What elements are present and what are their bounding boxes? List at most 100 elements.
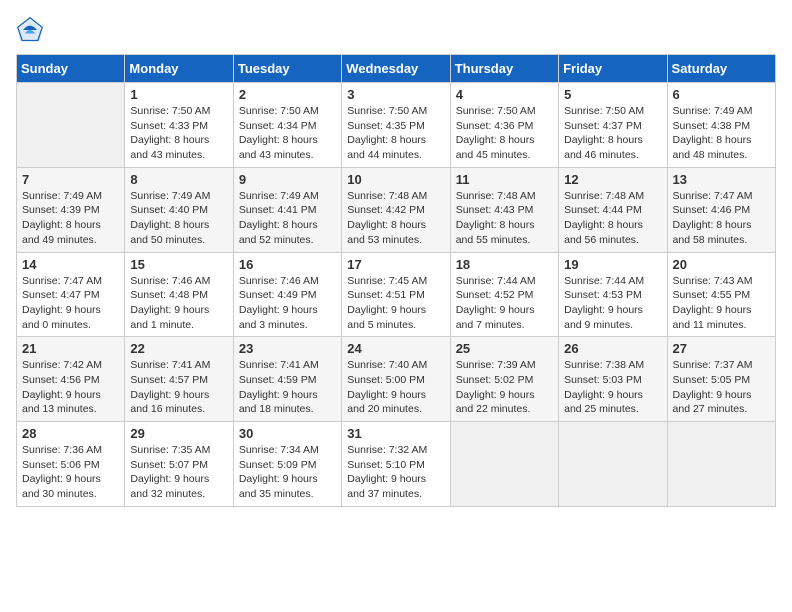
day-number: 2: [239, 87, 336, 102]
day-info: Sunrise: 7:50 AMSunset: 4:35 PMDaylight:…: [347, 104, 444, 163]
week-row-2: 7 Sunrise: 7:49 AMSunset: 4:39 PMDaylight…: [17, 167, 776, 252]
day-cell: 19 Sunrise: 7:44 AMSunset: 4:53 PMDayligh…: [559, 252, 667, 337]
day-number: 29: [130, 426, 227, 441]
day-cell: 27 Sunrise: 7:37 AMSunset: 5:05 PMDayligh…: [667, 337, 775, 422]
day-cell: 9Sunrise: 7:49 AMSunset: 4:41 PMDaylight…: [233, 167, 341, 252]
day-number: 25: [456, 341, 553, 356]
day-cell: 10 Sunrise: 7:48 AMSunset: 4:42 PMDayligh…: [342, 167, 450, 252]
day-number: 13: [673, 172, 770, 187]
day-cell: 1 Sunrise: 7:50 AMSunset: 4:33 PMDaylight…: [125, 83, 233, 168]
day-info: Sunrise: 7:50 AMSunset: 4:37 PMDaylight:…: [564, 104, 661, 163]
day-cell: [450, 422, 558, 507]
day-cell: 5 Sunrise: 7:50 AMSunset: 4:37 PMDaylight…: [559, 83, 667, 168]
day-cell: 12 Sunrise: 7:48 AMSunset: 4:44 PMDayligh…: [559, 167, 667, 252]
day-cell: 31 Sunrise: 7:32 AMSunset: 5:10 PMDayligh…: [342, 422, 450, 507]
column-header-wednesday: Wednesday: [342, 55, 450, 83]
day-info: Sunrise: 7:48 AMSunset: 4:42 PMDaylight:…: [347, 189, 444, 248]
day-number: 18: [456, 257, 553, 272]
day-cell: [667, 422, 775, 507]
logo-icon: [16, 16, 44, 44]
day-cell: 29 Sunrise: 7:35 AMSunset: 5:07 PMDayligh…: [125, 422, 233, 507]
day-number: 10: [347, 172, 444, 187]
column-header-friday: Friday: [559, 55, 667, 83]
day-cell: 2 Sunrise: 7:50 AMSunset: 4:34 PMDaylight…: [233, 83, 341, 168]
day-cell: 20 Sunrise: 7:43 AMSunset: 4:55 PMDayligh…: [667, 252, 775, 337]
day-info: Sunrise: 7:42 AMSunset: 4:56 PMDaylight:…: [22, 358, 119, 417]
day-cell: 26 Sunrise: 7:38 AMSunset: 5:03 PMDayligh…: [559, 337, 667, 422]
day-number: 8: [130, 172, 227, 187]
day-number: 20: [673, 257, 770, 272]
day-cell: 11Sunrise: 7:48 AMSunset: 4:43 PMDayligh…: [450, 167, 558, 252]
day-cell: 14 Sunrise: 7:47 AMSunset: 4:47 PMDayligh…: [17, 252, 125, 337]
day-number: 28: [22, 426, 119, 441]
day-number: 9: [239, 172, 336, 187]
day-info: Sunrise: 7:40 AMSunset: 5:00 PMDaylight:…: [347, 358, 444, 417]
week-row-5: 28 Sunrise: 7:36 AMSunset: 5:06 PMDayligh…: [17, 422, 776, 507]
day-cell: 30Sunrise: 7:34 AMSunset: 5:09 PMDayligh…: [233, 422, 341, 507]
header-row: SundayMondayTuesdayWednesdayThursdayFrid…: [17, 55, 776, 83]
day-info: Sunrise: 7:49 AMSunset: 4:40 PMDaylight:…: [130, 189, 227, 248]
calendar-table: SundayMondayTuesdayWednesdayThursdayFrid…: [16, 54, 776, 507]
week-row-3: 14 Sunrise: 7:47 AMSunset: 4:47 PMDayligh…: [17, 252, 776, 337]
day-info: Sunrise: 7:38 AMSunset: 5:03 PMDaylight:…: [564, 358, 661, 417]
day-info: Sunrise: 7:50 AMSunset: 4:36 PMDaylight:…: [456, 104, 553, 163]
day-cell: [17, 83, 125, 168]
day-cell: 15 Sunrise: 7:46 AMSunset: 4:48 PMDayligh…: [125, 252, 233, 337]
day-info: Sunrise: 7:46 AMSunset: 4:48 PMDaylight:…: [130, 274, 227, 333]
day-cell: 24 Sunrise: 7:40 AMSunset: 5:00 PMDayligh…: [342, 337, 450, 422]
calendar-header: SundayMondayTuesdayWednesdayThursdayFrid…: [17, 55, 776, 83]
week-row-4: 21 Sunrise: 7:42 AMSunset: 4:56 PMDayligh…: [17, 337, 776, 422]
day-info: Sunrise: 7:43 AMSunset: 4:55 PMDaylight:…: [673, 274, 770, 333]
day-info: Sunrise: 7:45 AMSunset: 4:51 PMDaylight:…: [347, 274, 444, 333]
day-number: 23: [239, 341, 336, 356]
day-cell: 4Sunrise: 7:50 AMSunset: 4:36 PMDaylight…: [450, 83, 558, 168]
day-number: 31: [347, 426, 444, 441]
day-info: Sunrise: 7:50 AMSunset: 4:33 PMDaylight:…: [130, 104, 227, 163]
day-info: Sunrise: 7:34 AMSunset: 5:09 PMDaylight:…: [239, 443, 336, 502]
day-cell: 8 Sunrise: 7:49 AMSunset: 4:40 PMDaylight…: [125, 167, 233, 252]
day-cell: 7 Sunrise: 7:49 AMSunset: 4:39 PMDaylight…: [17, 167, 125, 252]
day-cell: [559, 422, 667, 507]
day-info: Sunrise: 7:37 AMSunset: 5:05 PMDaylight:…: [673, 358, 770, 417]
day-info: Sunrise: 7:47 AMSunset: 4:47 PMDaylight:…: [22, 274, 119, 333]
day-info: Sunrise: 7:47 AMSunset: 4:46 PMDaylight:…: [673, 189, 770, 248]
column-header-tuesday: Tuesday: [233, 55, 341, 83]
day-cell: 3Sunrise: 7:50 AMSunset: 4:35 PMDaylight…: [342, 83, 450, 168]
day-info: Sunrise: 7:48 AMSunset: 4:44 PMDaylight:…: [564, 189, 661, 248]
day-number: 26: [564, 341, 661, 356]
calendar-body: 1 Sunrise: 7:50 AMSunset: 4:33 PMDaylight…: [17, 83, 776, 507]
day-cell: 17 Sunrise: 7:45 AMSunset: 4:51 PMDayligh…: [342, 252, 450, 337]
column-header-thursday: Thursday: [450, 55, 558, 83]
day-info: Sunrise: 7:35 AMSunset: 5:07 PMDaylight:…: [130, 443, 227, 502]
day-number: 21: [22, 341, 119, 356]
day-number: 15: [130, 257, 227, 272]
day-info: Sunrise: 7:49 AMSunset: 4:39 PMDaylight:…: [22, 189, 119, 248]
day-number: 16: [239, 257, 336, 272]
day-info: Sunrise: 7:46 AMSunset: 4:49 PMDaylight:…: [239, 274, 336, 333]
column-header-sunday: Sunday: [17, 55, 125, 83]
day-info: Sunrise: 7:36 AMSunset: 5:06 PMDaylight:…: [22, 443, 119, 502]
day-number: 12: [564, 172, 661, 187]
day-cell: 16 Sunrise: 7:46 AMSunset: 4:49 PMDayligh…: [233, 252, 341, 337]
day-number: 19: [564, 257, 661, 272]
page-header: [16, 16, 776, 44]
day-number: 27: [673, 341, 770, 356]
day-number: 24: [347, 341, 444, 356]
day-cell: 21 Sunrise: 7:42 AMSunset: 4:56 PMDayligh…: [17, 337, 125, 422]
day-number: 1: [130, 87, 227, 102]
day-info: Sunrise: 7:41 AMSunset: 4:59 PMDaylight:…: [239, 358, 336, 417]
day-number: 17: [347, 257, 444, 272]
day-info: Sunrise: 7:48 AMSunset: 4:43 PMDaylight:…: [456, 189, 553, 248]
day-cell: 13 Sunrise: 7:47 AMSunset: 4:46 PMDayligh…: [667, 167, 775, 252]
day-cell: 25Sunrise: 7:39 AMSunset: 5:02 PMDayligh…: [450, 337, 558, 422]
day-number: 14: [22, 257, 119, 272]
week-row-1: 1 Sunrise: 7:50 AMSunset: 4:33 PMDaylight…: [17, 83, 776, 168]
day-info: Sunrise: 7:50 AMSunset: 4:34 PMDaylight:…: [239, 104, 336, 163]
day-info: Sunrise: 7:44 AMSunset: 4:52 PMDaylight:…: [456, 274, 553, 333]
day-number: 5: [564, 87, 661, 102]
day-number: 7: [22, 172, 119, 187]
day-info: Sunrise: 7:49 AMSunset: 4:38 PMDaylight:…: [673, 104, 770, 163]
day-number: 22: [130, 341, 227, 356]
day-info: Sunrise: 7:32 AMSunset: 5:10 PMDaylight:…: [347, 443, 444, 502]
day-info: Sunrise: 7:44 AMSunset: 4:53 PMDaylight:…: [564, 274, 661, 333]
